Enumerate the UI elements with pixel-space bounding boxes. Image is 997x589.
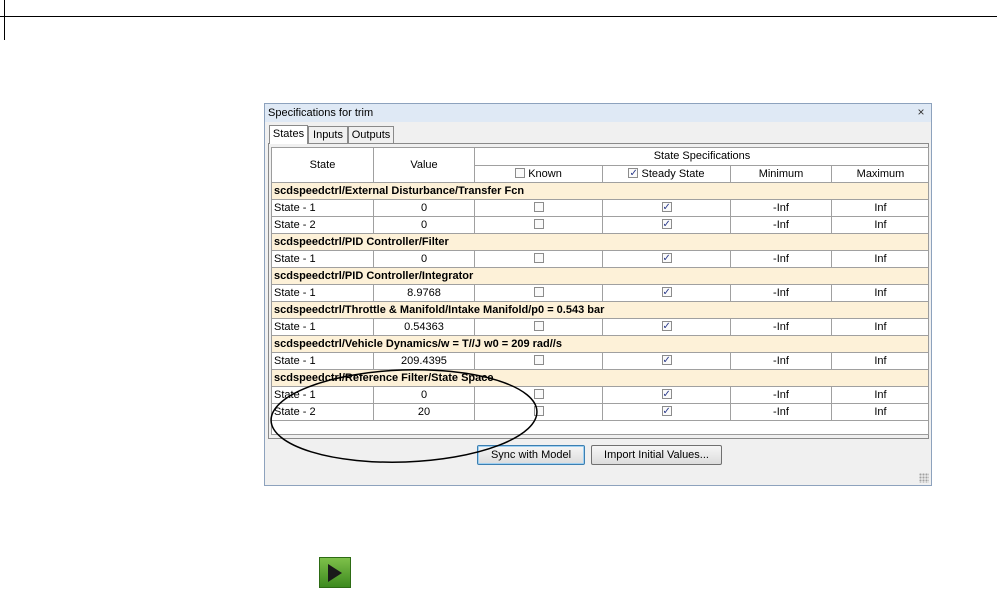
header-steady-state[interactable]: Steady State [603, 166, 731, 183]
steady-state-cell [603, 200, 731, 217]
known-cell [475, 285, 603, 302]
known-checkbox[interactable] [533, 202, 544, 213]
known-checkbox[interactable] [533, 321, 544, 332]
state-value-cell[interactable]: 0 [374, 200, 475, 217]
play-triangle-icon [328, 564, 342, 582]
state-value-cell[interactable]: 0 [374, 251, 475, 268]
steady-state-checkbox[interactable] [661, 319, 672, 335]
state-value-cell[interactable]: 8.9768 [374, 285, 475, 302]
state-name-cell: State - 1 [272, 200, 374, 217]
state-value-cell[interactable]: 0.54363 [374, 319, 475, 336]
steady-state-cell [603, 353, 731, 370]
state-value-cell[interactable]: 0 [374, 217, 475, 234]
group-row: scdspeedctrl/Vehicle Dynamics/w = T//J w… [272, 336, 928, 353]
state-name-cell: State - 2 [272, 217, 374, 234]
header-value[interactable]: Value [374, 148, 475, 183]
steady-state-checkbox[interactable] [661, 251, 672, 267]
state-name-cell: State - 1 [272, 285, 374, 302]
minimum-cell[interactable]: -Inf [731, 285, 832, 302]
tab-states[interactable]: States [269, 125, 308, 144]
steady-state-checkbox[interactable] [661, 353, 672, 369]
steady-state-checkbox[interactable] [661, 217, 672, 233]
minimum-cell[interactable]: -Inf [731, 217, 832, 234]
dialog-title: Specifications for trim [268, 107, 374, 119]
steady-state-checkbox[interactable] [661, 404, 672, 420]
page-top-rule [0, 16, 997, 17]
header-steady-state-label: Steady State [641, 168, 705, 180]
steady-state-checkbox[interactable] [661, 387, 672, 403]
header-known[interactable]: Known [475, 166, 603, 183]
header-steady-state-checkbox[interactable] [628, 166, 639, 182]
minimum-cell[interactable]: -Inf [731, 387, 832, 404]
minimum-cell[interactable]: -Inf [731, 404, 832, 421]
steady-state-cell [603, 217, 731, 234]
known-checkbox[interactable] [533, 253, 544, 264]
steady-state-checkbox[interactable] [661, 200, 672, 216]
steady-state-cell [603, 251, 731, 268]
steady-state-cell [603, 404, 731, 421]
minimum-cell[interactable]: -Inf [731, 319, 832, 336]
maximum-cell[interactable]: Inf [832, 217, 928, 234]
steady-state-cell [603, 285, 731, 302]
maximum-cell[interactable]: Inf [832, 319, 928, 336]
minimum-cell[interactable]: -Inf [731, 251, 832, 268]
dialog-titlebar[interactable]: Specifications for trim × [265, 104, 931, 122]
steady-state-cell [603, 387, 731, 404]
maximum-cell[interactable]: Inf [832, 251, 928, 268]
minimum-cell[interactable]: -Inf [731, 200, 832, 217]
import-initial-values-button[interactable]: Import Initial Values... [591, 445, 722, 465]
tab-inputs[interactable]: Inputs [308, 126, 348, 143]
state-name-cell: State - 1 [272, 319, 374, 336]
group-row: scdspeedctrl/Throttle & Manifold/Intake … [272, 302, 928, 319]
highlight-ellipse-shape [270, 369, 538, 463]
page-left-tick [4, 0, 5, 40]
known-cell [475, 217, 603, 234]
header-known-label: Known [528, 168, 562, 180]
state-name-cell: State - 1 [272, 251, 374, 268]
maximum-cell[interactable]: Inf [832, 285, 928, 302]
steady-state-checkbox[interactable] [661, 285, 672, 301]
header-state[interactable]: State [272, 148, 374, 183]
known-checkbox[interactable] [533, 219, 544, 230]
highlight-ellipse [270, 369, 538, 463]
known-cell [475, 200, 603, 217]
known-cell [475, 319, 603, 336]
group-row: scdspeedctrl/PID Controller/Filter [272, 234, 928, 251]
header-state-specifications: State Specifications [475, 148, 928, 166]
known-cell [475, 251, 603, 268]
known-checkbox[interactable] [533, 287, 544, 298]
steady-state-cell [603, 319, 731, 336]
maximum-cell[interactable]: Inf [832, 387, 928, 404]
header-maximum[interactable]: Maximum [832, 166, 928, 183]
maximum-cell[interactable]: Inf [832, 353, 928, 370]
run-play-icon[interactable] [319, 557, 351, 588]
close-icon[interactable]: × [914, 105, 928, 119]
header-known-checkbox[interactable] [515, 168, 526, 179]
maximum-cell[interactable]: Inf [832, 404, 928, 421]
header-minimum[interactable]: Minimum [731, 166, 832, 183]
tab-outputs[interactable]: Outputs [348, 126, 394, 143]
group-row: scdspeedctrl/External Disturbance/Transf… [272, 183, 928, 200]
maximum-cell[interactable]: Inf [832, 200, 928, 217]
group-row: scdspeedctrl/PID Controller/Integrator [272, 268, 928, 285]
resize-grip-icon[interactable] [919, 473, 929, 483]
minimum-cell[interactable]: -Inf [731, 353, 832, 370]
known-checkbox[interactable] [533, 355, 544, 366]
